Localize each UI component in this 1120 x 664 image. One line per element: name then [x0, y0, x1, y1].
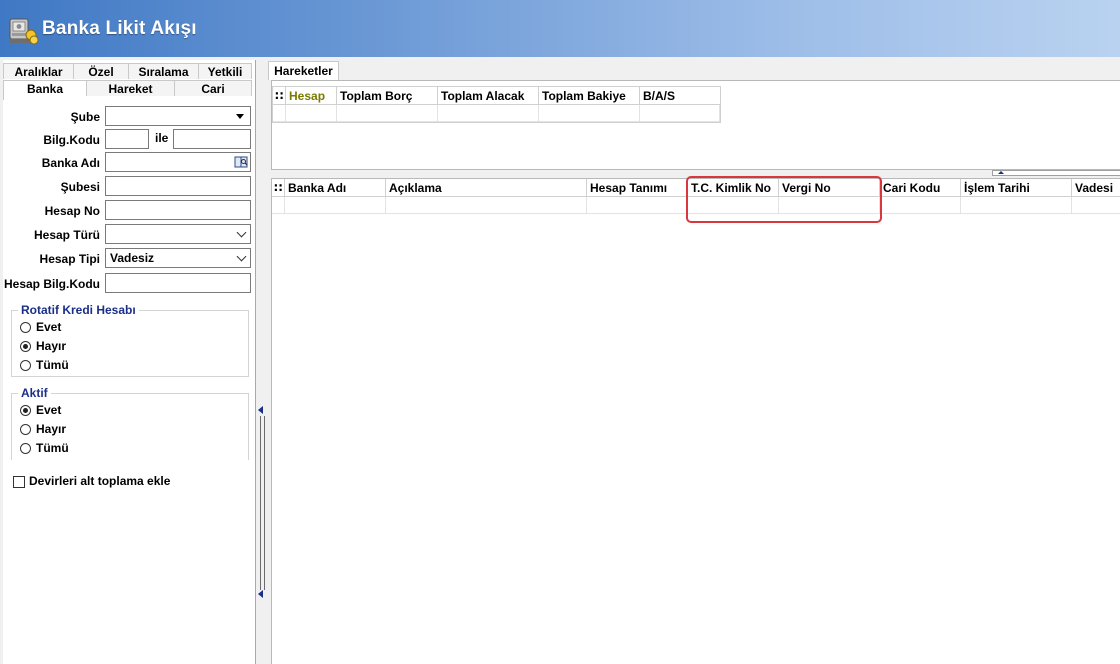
devirleri-label: Devirleri alt toplama ekle	[29, 474, 171, 488]
radio-circle-selected-icon	[20, 405, 31, 416]
detail-cell[interactable]	[961, 197, 1072, 214]
summary-grid: ∷ Hesap Toplam Borç Toplam Alacak Toplam…	[271, 80, 1120, 170]
hesap-no-input[interactable]	[105, 200, 251, 220]
filter-panel: Aralıklar Özel Sıralama Yetkili Banka Ha…	[3, 60, 256, 664]
collapse-left-arrow-icon[interactable]	[258, 590, 263, 598]
title-bar: Banka Likit Akışı	[0, 0, 1120, 57]
chevron-down-icon	[236, 251, 247, 262]
radio-circle-icon	[20, 360, 31, 371]
banka-adi-label: Banka Adı	[41, 156, 100, 170]
summary-col-hesap[interactable]: Hesap	[286, 87, 337, 105]
detail-col-hesap-tanimi[interactable]: Hesap Tanımı	[587, 179, 688, 197]
detail-cell[interactable]	[587, 197, 688, 214]
collapse-left-arrow-icon[interactable]	[258, 406, 263, 414]
bank-safe-icon	[9, 18, 39, 45]
rotatif-kredi-group: Rotatif Kredi Hesabı Evet Hayır Tümü	[11, 303, 249, 377]
tab-hareket[interactable]: Hareket	[86, 80, 174, 96]
grid-splitter[interactable]	[992, 170, 1120, 176]
hesap-turu-select[interactable]	[105, 224, 251, 244]
dropdown-arrow-icon	[236, 114, 244, 119]
detail-col-islem-tarihi[interactable]: İşlem Tarihi	[961, 179, 1072, 197]
results-area: Hareketler ∷ Hesap Toplam Borç Toplam Al…	[266, 60, 1120, 664]
collapse-up-arrow-icon[interactable]	[998, 171, 1004, 174]
detail-col-banka-adi[interactable]: Banka Adı	[285, 179, 386, 197]
sube-dropdown[interactable]	[105, 106, 251, 126]
detail-col-vadesi[interactable]: Vadesi	[1072, 179, 1120, 197]
summary-col-toplam-bakiye[interactable]: Toplam Bakiye	[539, 87, 640, 105]
devirleri-checkbox[interactable]	[13, 476, 25, 488]
radio-label: Hayır	[36, 422, 67, 436]
summary-cell[interactable]	[640, 105, 720, 122]
hesap-no-label: Hesap No	[44, 204, 100, 218]
hesap-tipi-label: Hesap Tipi	[39, 252, 100, 266]
radio-circle-icon	[20, 443, 31, 454]
radio-label: Hayır	[36, 339, 67, 353]
detail-cell[interactable]	[1072, 197, 1120, 214]
tab-hareketler-label: Hareketler	[274, 64, 333, 78]
summary-cell[interactable]	[337, 105, 438, 122]
aktif-group: Aktif Evet Hayır Tümü	[11, 386, 249, 460]
summary-col-toplam-borc[interactable]: Toplam Borç	[337, 87, 438, 105]
hesap-bilg-kodu-label: Hesap Bilg.Kodu	[3, 277, 100, 291]
hesap-tipi-value: Vadesiz	[110, 251, 155, 265]
tab-hareketler[interactable]: Hareketler	[268, 61, 339, 80]
panel-splitter[interactable]	[257, 60, 266, 664]
detail-cell[interactable]	[880, 197, 961, 214]
detail-cell[interactable]	[386, 197, 587, 214]
tab-yetkili[interactable]: Yetkili	[198, 63, 252, 79]
summary-grid-table: ∷ Hesap Toplam Borç Toplam Alacak Toplam…	[272, 86, 721, 123]
detail-grid: ∷ Banka Adı Açıklama Hesap Tanımı T.C. K…	[271, 178, 1120, 664]
row-indicator-icon: ∷	[273, 87, 286, 105]
summary-cell[interactable]	[438, 105, 539, 122]
filter-tabs-row1: Aralıklar Özel Sıralama Yetkili	[3, 63, 252, 80]
tab-araliklar[interactable]: Aralıklar	[3, 63, 73, 79]
tab-banka[interactable]: Banka	[3, 80, 86, 100]
bilg-kodu-label: Bilg.Kodu	[43, 133, 100, 147]
detail-cell[interactable]	[285, 197, 386, 214]
summary-cell[interactable]	[286, 105, 337, 122]
radio-label: Evet	[36, 320, 62, 334]
rotatif-kredi-title: Rotatif Kredi Hesabı	[18, 303, 139, 317]
subesi-label: Şubesi	[60, 180, 100, 194]
radio-label: Tümü	[36, 441, 69, 455]
summary-cell	[273, 105, 286, 122]
detail-col-cari-kodu[interactable]: Cari Kodu	[880, 179, 961, 197]
chevron-down-icon	[236, 227, 247, 238]
summary-col-bas[interactable]: B/A/S	[640, 87, 721, 105]
splitter-grip[interactable]	[260, 416, 265, 590]
radio-label: Tümü	[36, 358, 69, 372]
row-indicator-icon: ∷	[272, 179, 285, 197]
radio-circle-icon	[20, 322, 31, 333]
detail-col-aciklama[interactable]: Açıklama	[386, 179, 587, 197]
lookup-book-icon[interactable]	[234, 155, 248, 169]
radio-label: Evet	[36, 403, 62, 417]
detail-cell	[272, 197, 285, 214]
bilg-kodu-end-input[interactable]	[173, 129, 251, 149]
bilg-kodu-start-input[interactable]	[105, 129, 149, 149]
summary-cell[interactable]	[539, 105, 640, 122]
tab-ozel[interactable]: Özel	[73, 63, 128, 79]
filter-tabs-row2: Banka Hareket Cari	[3, 80, 252, 100]
summary-col-toplam-alacak[interactable]: Toplam Alacak	[438, 87, 539, 105]
subesi-input[interactable]	[105, 176, 251, 196]
radio-circle-icon	[20, 424, 31, 435]
banka-adi-input[interactable]	[105, 152, 251, 172]
sube-label: Şube	[70, 110, 100, 124]
highlight-box	[686, 176, 882, 223]
hesap-bilg-kodu-input[interactable]	[105, 273, 251, 293]
ile-label: ile	[155, 131, 169, 145]
hesap-tipi-select[interactable]: Vadesiz	[105, 248, 251, 268]
hesap-turu-label: Hesap Türü	[33, 228, 100, 242]
window-title: Banka Likit Akışı	[42, 18, 197, 39]
tab-cari[interactable]: Cari	[174, 80, 252, 96]
aktif-title: Aktif	[18, 386, 51, 400]
radio-circle-selected-icon	[20, 341, 31, 352]
tab-siralama[interactable]: Sıralama	[128, 63, 198, 79]
